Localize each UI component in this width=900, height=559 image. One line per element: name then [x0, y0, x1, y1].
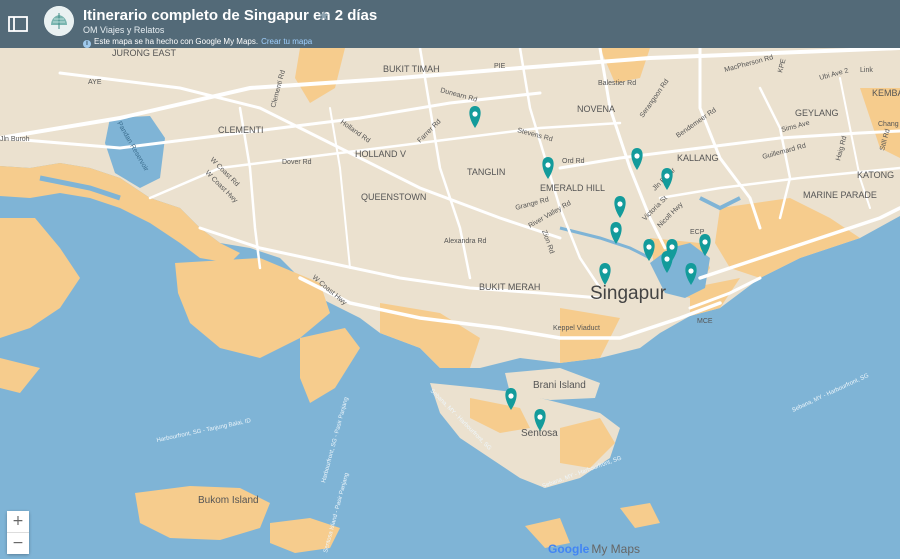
district-label: BUKIT MERAH — [479, 282, 540, 292]
district-label: KEMBA — [872, 88, 900, 98]
district-label: KATONG — [857, 170, 894, 180]
city-label: Singapur — [590, 283, 667, 304]
road-label: Link — [860, 67, 873, 74]
district-label: JURONG EAST — [112, 48, 177, 58]
zoom-controls: + − — [7, 511, 29, 554]
road-label: Dover Rd — [282, 159, 312, 166]
notice-text: Este mapa se ha hecho con Google My Maps… — [94, 37, 259, 46]
district-label: EMERALD HILL — [540, 183, 605, 193]
map-title: Itinerario completo de Singapur en 2 día… — [83, 7, 378, 24]
zoom-in-button[interactable]: + — [7, 511, 29, 532]
info-icon: i — [83, 40, 91, 48]
map-canvas[interactable]: JURONG EAST BUKIT TIMAH NOVENA GEYLANG K… — [0, 48, 900, 559]
map-header: Itinerario completo de Singapur en 2 día… — [0, 0, 900, 48]
zoom-out-button[interactable]: − — [7, 533, 29, 554]
map-logo — [44, 6, 74, 36]
district-label: MARINE PARADE — [803, 190, 877, 200]
road-label: Ord Rd — [562, 158, 585, 165]
district-label: BUKIT TIMAH — [383, 64, 440, 74]
road-label: Alexandra Rd — [444, 238, 487, 245]
road-label: MCE — [697, 318, 713, 325]
district-label: GEYLANG — [795, 108, 839, 118]
road-label: Keppel Viaduct — [553, 325, 600, 332]
road-label: Jln Buroh — [0, 136, 30, 143]
road-label: Chang — [878, 121, 899, 128]
district-label: QUEENSTOWN — [361, 192, 426, 202]
star-icon[interactable]: ★ — [318, 8, 330, 24]
my-maps-notice: i Este mapa se ha hecho con Google My Map… — [83, 37, 312, 48]
map-author[interactable]: OM Viajes y Relatos — [83, 25, 164, 35]
district-label: CLEMENTI — [218, 125, 264, 135]
island-label: Brani Island — [533, 380, 586, 391]
district-label: HOLLAND V — [355, 149, 406, 159]
create-map-link[interactable]: Crear tu mapa — [261, 37, 312, 46]
road-label: Balestier Rd — [598, 80, 636, 87]
mymaps-wordmark: My Maps — [591, 542, 641, 556]
district-label: NOVENA — [577, 104, 615, 114]
road-label: AYE — [88, 79, 102, 86]
island-label: Bukom Island — [198, 495, 259, 506]
road-label: PIE — [494, 63, 506, 70]
google-wordmark: Google — [548, 542, 590, 556]
district-label: KALLANG — [677, 153, 719, 163]
district-label: TANGLIN — [467, 167, 505, 177]
panel-toggle-icon[interactable] — [8, 14, 30, 34]
google-my-maps-logo: Google My Maps — [548, 542, 640, 556]
